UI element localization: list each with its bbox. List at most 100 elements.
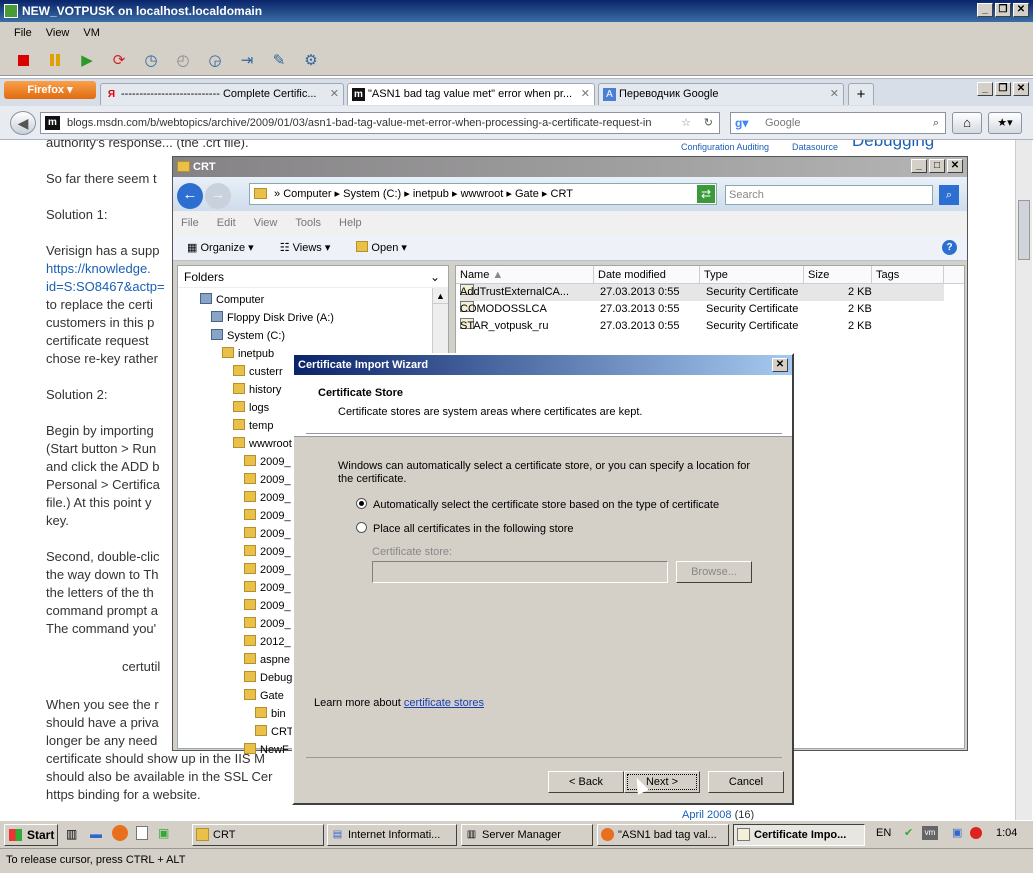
tree-item[interactable]: inetpub (222, 346, 274, 362)
column-tags[interactable]: Tags (872, 266, 944, 284)
taskbar-item-firefox[interactable]: "ASN1 bad tag val... (597, 824, 729, 846)
tree-item[interactable]: 2009_ (244, 616, 291, 632)
breadcrumb-item[interactable]: inetpub (413, 188, 449, 200)
tree-item[interactable]: System (C:) (211, 328, 285, 344)
close-icon[interactable]: ✕ (830, 84, 839, 105)
file-row[interactable]: AddTrustExternalCA... 27.03.2013 0:55 Se… (460, 284, 944, 301)
pause-icon[interactable] (44, 50, 66, 70)
tree-item[interactable]: history (233, 382, 281, 398)
breadcrumb[interactable]: » Computer ▸ System (C:) ▸ inetpub ▸ www… (249, 183, 717, 205)
radio-place-all[interactable]: Place all certificates in the following … (356, 522, 574, 535)
certificate-store-field[interactable] (372, 561, 668, 583)
stop-icon[interactable] (12, 50, 34, 70)
tree-item[interactable]: NewF (244, 742, 289, 758)
snapshot-revert-icon[interactable]: ◴ (172, 50, 194, 70)
notepad-quick-icon[interactable] (136, 826, 148, 840)
home-icon[interactable]: ⌂ (952, 112, 982, 134)
refresh-icon[interactable]: ⇄ (697, 185, 715, 203)
search-icon[interactable]: ⌕ (933, 113, 939, 133)
file-row[interactable]: COMODOSSLCA 27.03.2013 0:55 Security Cer… (460, 301, 944, 318)
breadcrumb-item[interactable]: CRT (551, 188, 573, 200)
snapshot-manager-icon[interactable]: ◶ (204, 50, 226, 70)
minimize-button[interactable]: _ (977, 3, 993, 17)
restore-button[interactable]: ❐ (995, 3, 1011, 17)
breadcrumb-item[interactable]: Computer (283, 188, 331, 200)
snapshot-icon[interactable]: ◷ (140, 50, 162, 70)
tree-item[interactable]: custerr (233, 364, 283, 380)
column-name[interactable]: Name ▲ (456, 266, 594, 284)
column-size[interactable]: Size (804, 266, 872, 284)
radio-auto-select[interactable]: Automatically select the certificate sto… (356, 498, 719, 511)
show-desktop-icon[interactable]: ▬ (90, 827, 102, 841)
reset-icon[interactable]: ⟳ (108, 50, 130, 70)
close-button[interactable]: ✕ (772, 358, 788, 372)
tree-item[interactable]: bin (255, 706, 286, 722)
close-button[interactable]: ✕ (947, 159, 963, 173)
reload-icon[interactable]: ↻ (703, 113, 713, 133)
bookmarks-icon[interactable]: ★▾ (988, 112, 1022, 134)
open-button[interactable]: Open ▾ (356, 235, 407, 260)
search-icon[interactable]: ⌕ (939, 185, 959, 205)
bookmark-star-icon[interactable]: ☆ (677, 113, 691, 133)
tree-item[interactable]: Debug (244, 670, 292, 686)
tray-network-icon[interactable]: ✔ (904, 826, 913, 839)
menu-vm[interactable]: VM (83, 22, 100, 44)
close-icon[interactable]: ✕ (330, 84, 339, 105)
tree-item[interactable]: temp (233, 418, 273, 434)
minimize-button[interactable]: _ (911, 159, 927, 173)
tab-complete-certificate[interactable]: Я --------------------------- Complete C… (100, 83, 344, 105)
help-icon[interactable]: ? (942, 240, 957, 255)
start-button[interactable]: Start (4, 824, 58, 846)
preferences-icon[interactable]: ✎ (268, 50, 290, 70)
sidebar-link[interactable]: Configuration Auditing (681, 140, 769, 156)
close-icon[interactable]: ✕ (581, 84, 590, 105)
vmware-quick-icon[interactable]: ▣ (158, 826, 169, 840)
radio-unselected-icon[interactable] (356, 522, 367, 533)
tree-item[interactable]: 2009_ (244, 508, 291, 524)
taskbar-item-iis[interactable]: ▤ Internet Informati... (327, 824, 457, 846)
page-link[interactable]: https://knowledge. (46, 260, 151, 278)
tree-item[interactable]: 2009_ (244, 580, 291, 596)
cancel-button[interactable]: Cancel (708, 771, 784, 793)
settings-icon[interactable]: ⚙ (300, 50, 322, 70)
new-tab-button[interactable]: + (848, 83, 874, 105)
browse-button[interactable]: Browse... (676, 561, 752, 583)
play-icon[interactable]: ▶ (76, 50, 98, 70)
taskbar-item-server-manager[interactable]: ▥ Server Manager (461, 824, 593, 846)
url-bar[interactable]: m blogs.msdn.com/b/webtopics/archive/200… (40, 112, 720, 134)
tree-item[interactable]: CRT (255, 724, 293, 740)
tree-item[interactable]: 2009_ (244, 562, 291, 578)
page-link[interactable]: id=S:SO8467&actp= (46, 278, 165, 296)
organize-button[interactable]: ▦ Organize ▾ (187, 235, 254, 260)
tree-item[interactable]: 2009_ (244, 526, 291, 542)
restore-button[interactable]: ❐ (995, 82, 1011, 96)
tree-item[interactable]: Gate (244, 688, 284, 704)
tree-item[interactable]: 2012_ (244, 634, 291, 650)
tree-item[interactable]: Computer (200, 292, 264, 308)
menu-edit[interactable]: Edit (217, 211, 236, 235)
scrollbar-thumb[interactable] (1018, 200, 1030, 260)
search-engine-input[interactable]: g▾ Google ⌕ (730, 112, 946, 134)
close-button[interactable]: ✕ (1013, 3, 1029, 17)
firefox-menu-button[interactable]: Firefox ▾ (4, 81, 96, 99)
tree-item[interactable]: 2009_ (244, 598, 291, 614)
back-arrow-icon[interactable]: ← (177, 183, 203, 209)
tree-item[interactable]: 2009_ (244, 544, 291, 560)
folders-header[interactable]: Folders ⌄ (178, 266, 448, 288)
tree-item[interactable]: aspne (244, 652, 290, 668)
tree-item[interactable]: wwwroot (233, 436, 292, 452)
chevron-down-icon[interactable]: ⌄ (430, 266, 440, 288)
scroll-up-arrow-icon[interactable]: ▲ (433, 288, 448, 304)
radio-selected-icon[interactable] (356, 498, 367, 509)
breadcrumb-item[interactable]: wwwroot (461, 188, 504, 200)
breadcrumb-item[interactable]: System (C:) (343, 188, 401, 200)
menu-tools[interactable]: Tools (295, 211, 321, 235)
tree-item[interactable]: 2009_ (244, 490, 291, 506)
menu-view[interactable]: View (254, 211, 278, 235)
tree-item[interactable]: 2009_ (244, 472, 291, 488)
tab-asn1-error[interactable]: m "ASN1 bad tag value met" error when pr… (347, 83, 595, 105)
menu-file[interactable]: File (181, 211, 199, 235)
tab-google-translate[interactable]: A Переводчик Google ✕ (598, 83, 844, 105)
forward-arrow-icon[interactable]: → (205, 183, 231, 209)
tree-item[interactable]: 2009_ (244, 454, 291, 470)
